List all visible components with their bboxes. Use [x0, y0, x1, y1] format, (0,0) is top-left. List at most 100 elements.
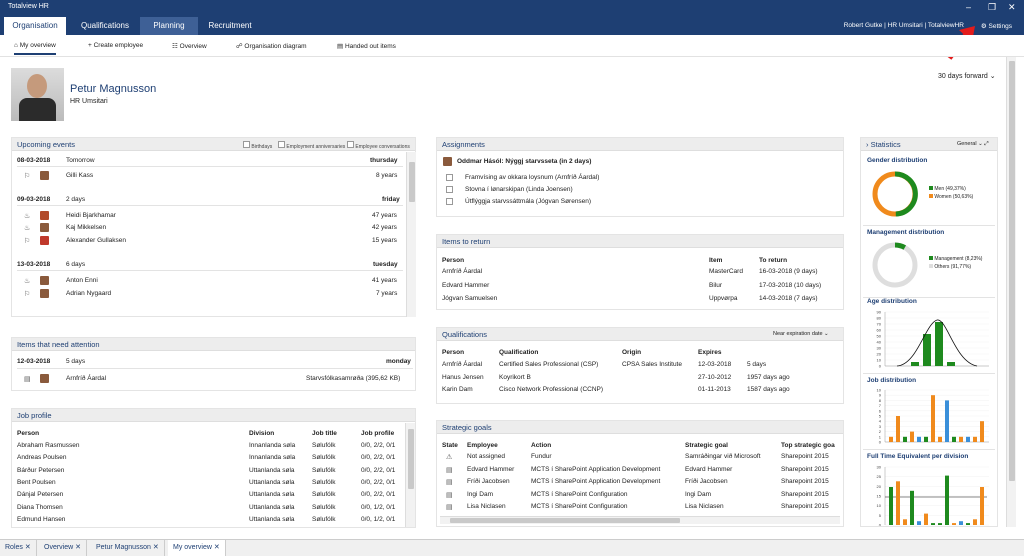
event-person[interactable]: Gilli Kass	[66, 172, 93, 179]
job-cell[interactable]: Andreas Poulsen	[17, 454, 67, 461]
job-cell: Uttanlanda søla	[249, 466, 295, 474]
subnav-label: Overview	[179, 43, 207, 50]
close-icon[interactable]: ✕	[75, 544, 81, 551]
job-bar	[959, 436, 963, 442]
restore-icon[interactable]: ❐	[988, 2, 996, 13]
filter-conversations[interactable]: Employee conversations	[347, 141, 410, 150]
filter-birthdays[interactable]: Birthdays	[243, 141, 272, 150]
event-person[interactable]: Anton Enni	[66, 277, 98, 284]
subnav-handed-out-items[interactable]: ▤ Handed out items	[337, 42, 396, 50]
event-person[interactable]: Kaj Mikkelsen	[66, 224, 106, 231]
subnav-label: My overview	[19, 42, 56, 49]
goal-cell[interactable]: Edvard Hammer	[467, 466, 514, 473]
stats-filter[interactable]: General ⌄ ⤢	[957, 141, 989, 148]
qual-cell: CPSA Sales Institute	[622, 361, 682, 368]
subnav-organisation-diagram[interactable]: ☍ Organisation diagram	[236, 42, 307, 50]
goal-cell[interactable]: Fríði Jacobsen	[467, 478, 510, 485]
return-cell: MasterCard	[709, 268, 743, 275]
event-person[interactable]: Heidi Bjarkhamar	[66, 212, 116, 219]
event-rel: 6 days	[66, 261, 86, 268]
avatar	[40, 276, 49, 285]
close-icon[interactable]: ✕	[214, 544, 220, 551]
job-cell: Sølufólk	[312, 491, 336, 499]
period-select[interactable]: 30 days forward ⌄	[938, 72, 996, 80]
qual-cell[interactable]: Karin Dam	[442, 386, 473, 393]
fte-bar	[917, 521, 921, 525]
task-checkbox[interactable]	[446, 198, 453, 205]
event-value: 8 years	[376, 172, 398, 179]
return-cell[interactable]: Jógvan Samuelsen	[442, 295, 497, 302]
job-cell[interactable]: Bent Poulsen	[17, 479, 56, 486]
bottom-tab-roles[interactable]: Roles ✕	[0, 540, 37, 556]
tab-qualifications[interactable]: Qualifications	[72, 17, 138, 35]
minimize-icon[interactable]: –	[966, 2, 971, 12]
attention-person[interactable]: Arnfríð Áardal	[66, 375, 106, 382]
qualifications-filter[interactable]: Near expiration date ⌄	[773, 331, 829, 337]
goal-cell[interactable]: Ingi Dam	[467, 491, 493, 498]
tab-recruitment[interactable]: Recruitment	[200, 17, 260, 35]
return-cell: Uppvørpa	[709, 295, 738, 302]
job-cell[interactable]: Abraham Rasmussen	[17, 442, 80, 449]
qual-cell: Cisco Network Professional (CCNP)	[499, 386, 604, 393]
goals-h-scrollbar[interactable]	[440, 516, 840, 524]
attention-document[interactable]: Starvsfólkasamrøða (395,62 KB)	[306, 375, 400, 382]
subnav-create-employee[interactable]: + Create employee	[88, 42, 143, 49]
subnav-overview[interactable]: ☷ Overview	[172, 42, 207, 50]
job-cell: Sølufólk	[312, 454, 336, 462]
task-item: Framvísing av okkara loysnum (Arnfríð Áa…	[465, 174, 600, 181]
page-scrollbar[interactable]	[1006, 57, 1016, 527]
settings-button[interactable]: ⚙ Settings	[981, 22, 1012, 30]
events-scrollbar[interactable]	[406, 152, 416, 317]
statistics-panel: › Statistics General ⌄ ⤢ Gender distribu…	[860, 137, 998, 527]
goal-cell[interactable]: Not assigned	[467, 453, 505, 460]
donut-slice-men	[894, 171, 918, 217]
event-day: thursday	[370, 157, 398, 164]
job-bar	[924, 436, 928, 442]
close-icon[interactable]: ✕	[1008, 2, 1016, 13]
avatar	[40, 289, 49, 298]
scroll-thumb[interactable]	[408, 429, 414, 489]
col-header: Item	[709, 257, 723, 264]
scroll-thumb[interactable]	[409, 162, 415, 202]
job-cell[interactable]: Dánjal Petersen	[17, 491, 63, 498]
subnav-my-overview[interactable]: ⌂ My overview	[14, 42, 56, 55]
close-icon[interactable]: ✕	[153, 544, 159, 551]
tab-organisation[interactable]: Organisation	[4, 17, 66, 35]
bottom-tab-my-overview[interactable]: My overview ✕	[168, 540, 226, 556]
scroll-thumb[interactable]	[450, 518, 680, 523]
job-cell[interactable]: Diana Thomsen	[17, 504, 63, 511]
tick-label: 20	[877, 484, 882, 489]
window-title: Totalview HR	[8, 3, 49, 10]
event-rel: 2 days	[66, 196, 86, 203]
goal-cell[interactable]: Lisa Niclasen	[467, 503, 506, 510]
close-icon[interactable]: ✕	[25, 544, 31, 551]
panel-title: Items to return	[442, 237, 491, 246]
return-cell[interactable]: Edvard Hammer	[442, 282, 489, 289]
tick-label: 80	[877, 316, 882, 321]
qual-cell[interactable]: Arnfríð Áardal	[442, 361, 482, 368]
bottom-tab-overview[interactable]: Overview ✕	[39, 540, 88, 556]
job-scrollbar[interactable]	[405, 423, 415, 527]
job-bar	[931, 395, 935, 442]
event-person[interactable]: Adrian Nygaard	[66, 290, 111, 297]
job-cell: Sølufólk	[312, 515, 336, 523]
tab-planning[interactable]: Planning	[140, 17, 198, 35]
job-cell[interactable]: Bárður Petersen	[17, 467, 64, 474]
event-person[interactable]: Alexander Gullaksen	[66, 237, 126, 244]
task-checkbox[interactable]	[446, 186, 453, 193]
return-cell[interactable]: Arnfríð Áardal	[442, 268, 482, 275]
job-cell[interactable]: Edmund Hansen	[17, 516, 65, 523]
bottom-tab-petur[interactable]: Petur Magnusson ✕	[91, 540, 165, 556]
task-checkbox[interactable]	[446, 174, 453, 181]
event-date: 08-03-2018	[17, 157, 51, 164]
scroll-thumb[interactable]	[1009, 61, 1015, 481]
panel-title: Upcoming events	[17, 140, 75, 149]
fte-chart-svg: 30 25 20 15 10 5 0	[877, 465, 989, 526]
strategic-goals-panel: Strategic goals State Employee Action St…	[436, 420, 844, 527]
task-item: Útflýggja starvssáttmála (Jógvan Sørense…	[465, 198, 592, 205]
qual-cell: Certified Sales Professional (CSP)	[499, 361, 599, 368]
filter-anniversaries[interactable]: Employment anniversaries	[278, 141, 345, 150]
col-header: Person	[442, 349, 465, 356]
fte-bar	[924, 513, 928, 525]
qual-cell[interactable]: Hanus Jensen	[442, 374, 484, 381]
